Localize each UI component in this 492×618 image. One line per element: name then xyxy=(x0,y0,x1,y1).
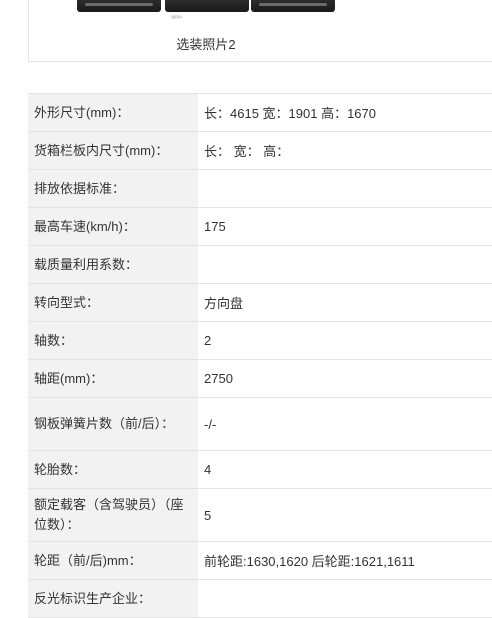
spec-row: 轴数： 2 xyxy=(28,322,492,360)
car-photo-thumbnail[interactable] xyxy=(77,0,161,12)
spec-value: -/- xyxy=(204,416,217,432)
spec-value: 175 xyxy=(204,219,226,234)
spec-key: 额定载客（含驾驶员）（座位数）： xyxy=(28,489,198,541)
spec-key: 轴距(mm)： xyxy=(28,360,198,397)
spec-key: 轮胎数： xyxy=(28,451,198,488)
spec-value xyxy=(198,246,492,283)
spec-key: 货箱栏板内尺寸(mm)： xyxy=(28,132,198,169)
spec-value xyxy=(198,170,492,207)
spec-value: 方向盘 xyxy=(204,296,244,311)
spec-key: 转向型式： xyxy=(28,284,198,321)
spec-value: 长：4615 宽：1901 高：1670 xyxy=(204,106,376,121)
optional-photo-label: 选装照片2 xyxy=(176,37,236,52)
spec-row: 轴距(mm)： 2750 xyxy=(28,360,492,398)
spec-row: 货箱栏板内尺寸(mm)： 长： 宽： 高： xyxy=(28,132,492,170)
spec-key: 反光标识生产企业： xyxy=(28,580,198,617)
optional-photo-panel: 选装照片 选装照片2 xyxy=(28,0,492,62)
spec-row: 轮胎数： 4 xyxy=(28,451,492,489)
spec-row: 额定载客（含驾驶员）（座位数）： 5 xyxy=(28,489,492,542)
thumbnail-caption: 选装照片 xyxy=(171,15,184,19)
spec-value: 前轮距:1630,1620 后轮距:1621,1611 xyxy=(204,554,415,569)
spec-row: 反光标识生产企业： xyxy=(28,580,492,618)
spec-row: 最高车速(km/h)： 175 xyxy=(28,208,492,246)
spec-key: 载质量利用系数： xyxy=(28,246,198,283)
spec-key: 外形尺寸(mm)： xyxy=(28,94,198,131)
photo-thumbnail-strip: 选装照片 xyxy=(77,0,335,19)
spec-value xyxy=(198,580,492,617)
spec-value: 2 xyxy=(204,333,212,348)
spec-value: 4 xyxy=(204,462,212,477)
spec-value: 长： 宽： 高： xyxy=(204,144,290,159)
car-photo-thumbnail[interactable] xyxy=(251,0,335,12)
spec-row: 载质量利用系数： xyxy=(28,246,492,284)
spec-row: 钢板弹簧片数（前/后）： -/- xyxy=(28,398,492,451)
spec-row: 排放依据标准： xyxy=(28,170,492,208)
spec-row: 轮距（前/后)mm： 前轮距:1630,1620 后轮距:1621,1611 xyxy=(28,542,492,580)
spec-key: 最高车速(km/h)： xyxy=(28,208,198,245)
car-photo-thumbnail[interactable] xyxy=(165,0,249,12)
spec-row: 转向型式： 方向盘 xyxy=(28,284,492,322)
spec-key: 排放依据标准： xyxy=(28,170,198,207)
spec-value: 2750 xyxy=(204,371,233,386)
spec-key: 轮距（前/后)mm： xyxy=(28,542,198,579)
spec-table: 外形尺寸(mm)： 长：4615 宽：1901 高：1670 货箱栏板内尺寸(m… xyxy=(28,93,492,618)
spec-row: 外形尺寸(mm)： 长：4615 宽：1901 高：1670 xyxy=(28,94,492,132)
spec-value: 5 xyxy=(204,507,212,523)
spec-key: 钢板弹簧片数（前/后）： xyxy=(28,398,198,450)
spec-key: 轴数： xyxy=(28,322,198,359)
